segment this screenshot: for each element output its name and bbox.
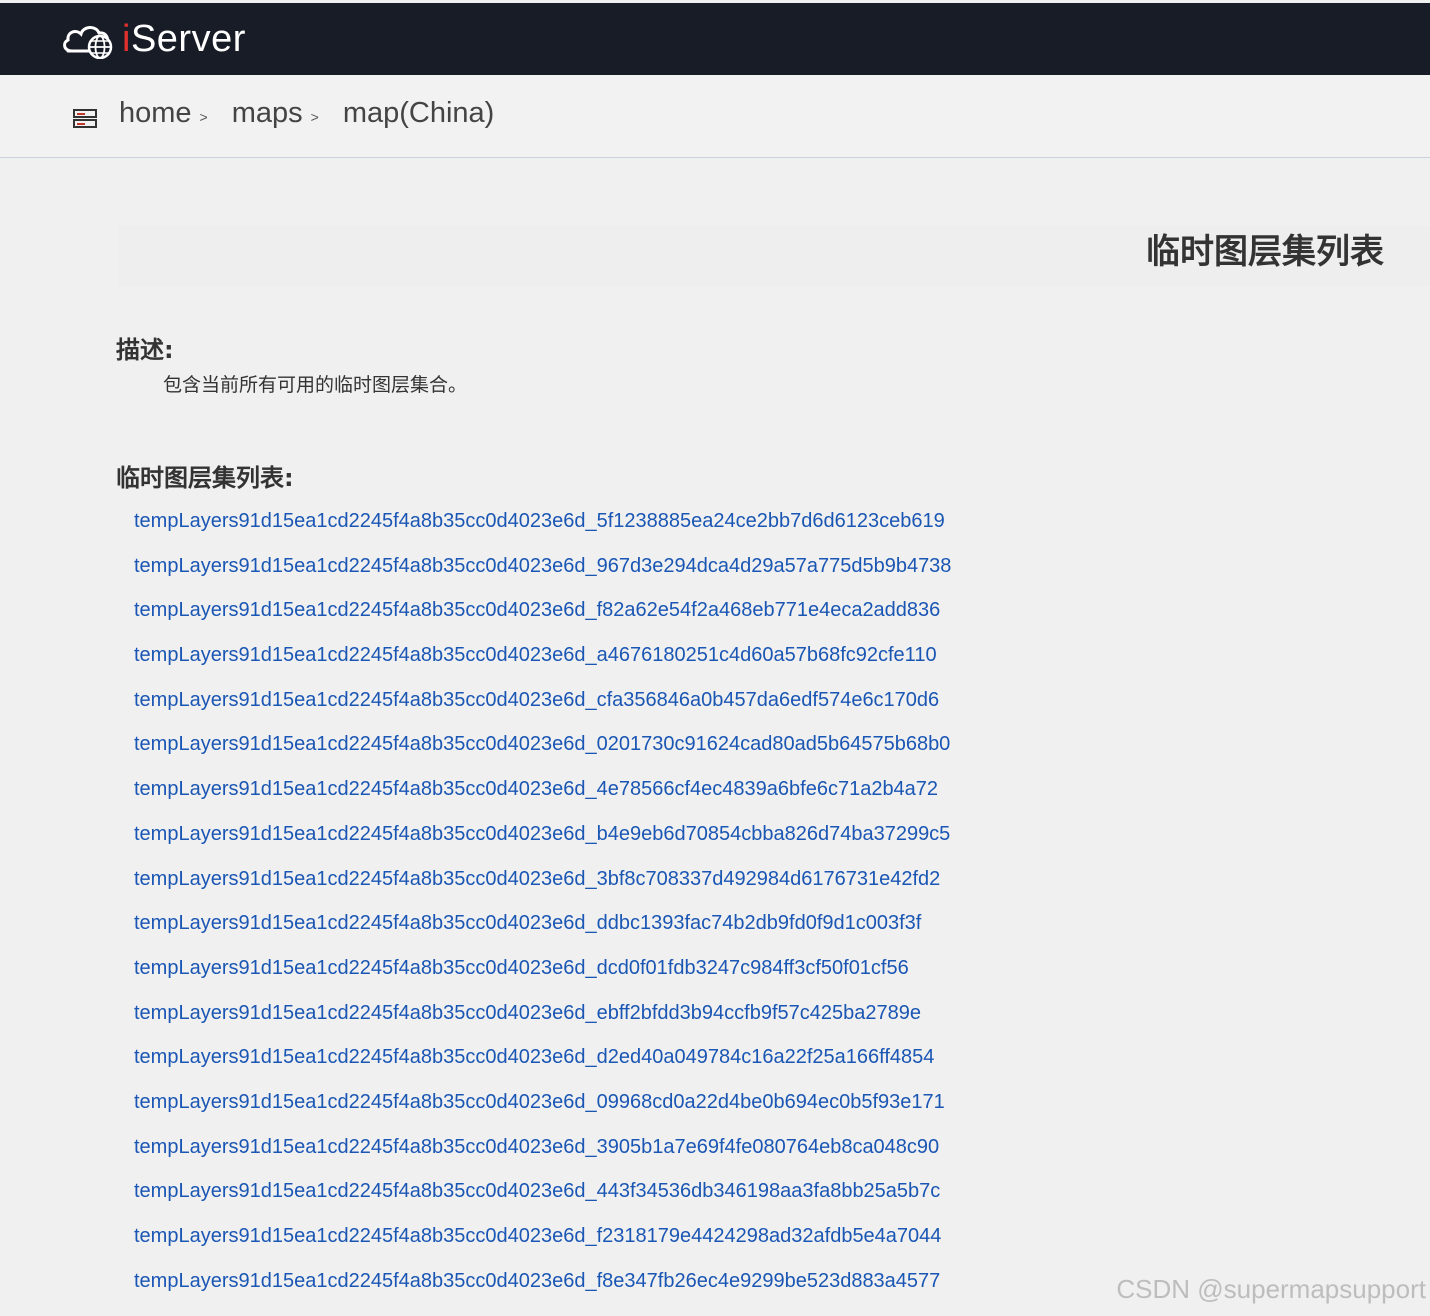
top-bar: iServer (0, 3, 1430, 75)
watermark: CSDN @supermapsupport (1116, 1274, 1426, 1304)
list-item: tempLayers91d15ea1cd2245f4a8b35cc0d4023e… (134, 506, 951, 551)
list-item: tempLayers91d15ea1cd2245f4a8b35cc0d4023e… (134, 685, 951, 730)
list-item: tempLayers91d15ea1cd2245f4a8b35cc0d4023e… (134, 774, 951, 819)
logo-i-letter: i (122, 18, 131, 60)
temp-layer-link[interactable]: tempLayers91d15ea1cd2245f4a8b35cc0d4023e… (134, 868, 940, 890)
list-item: tempLayers91d15ea1cd2245f4a8b35cc0d4023e… (134, 1221, 951, 1266)
list-item: tempLayers91d15ea1cd2245f4a8b35cc0d4023e… (134, 595, 951, 640)
breadcrumb-bar: home > maps > map(China) (0, 75, 1430, 158)
temp-layer-link[interactable]: tempLayers91d15ea1cd2245f4a8b35cc0d4023e… (134, 1225, 941, 1247)
list-item: tempLayers91d15ea1cd2245f4a8b35cc0d4023e… (134, 729, 951, 774)
temp-layer-link[interactable]: tempLayers91d15ea1cd2245f4a8b35cc0d4023e… (134, 555, 951, 577)
description-heading: 描述: (116, 336, 174, 364)
list-item: tempLayers91d15ea1cd2245f4a8b35cc0d4023e… (134, 551, 951, 596)
temp-layer-link[interactable]: tempLayers91d15ea1cd2245f4a8b35cc0d4023e… (134, 644, 937, 666)
list-item: tempLayers91d15ea1cd2245f4a8b35cc0d4023e… (134, 819, 951, 864)
breadcrumb-home[interactable]: home (119, 97, 192, 130)
list-item: tempLayers91d15ea1cd2245f4a8b35cc0d4023e… (134, 1042, 951, 1087)
temp-layer-link[interactable]: tempLayers91d15ea1cd2245f4a8b35cc0d4023e… (134, 1270, 940, 1292)
list-item: tempLayers91d15ea1cd2245f4a8b35cc0d4023e… (134, 640, 951, 685)
breadcrumb-maps[interactable]: maps (232, 97, 303, 130)
list-item: tempLayers91d15ea1cd2245f4a8b35cc0d4023e… (134, 1266, 951, 1311)
temp-layer-link[interactable]: tempLayers91d15ea1cd2245f4a8b35cc0d4023e… (134, 733, 950, 755)
temp-layer-link[interactable]: tempLayers91d15ea1cd2245f4a8b35cc0d4023e… (134, 1002, 921, 1024)
layer-list-heading: 临时图层集列表: (116, 464, 294, 492)
list-item: tempLayers91d15ea1cd2245f4a8b35cc0d4023e… (134, 1132, 951, 1177)
list-item: tempLayers91d15ea1cd2245f4a8b35cc0d4023e… (134, 1176, 951, 1221)
logo-text: iServer (122, 17, 246, 61)
description-text: 包含当前所有可用的临时图层集合。 (163, 374, 468, 396)
layer-list: tempLayers91d15ea1cd2245f4a8b35cc0d4023e… (134, 506, 951, 1310)
breadcrumb: home > maps > map(China) (119, 97, 494, 130)
logo-word: Server (130, 18, 246, 60)
temp-layer-link[interactable]: tempLayers91d15ea1cd2245f4a8b35cc0d4023e… (134, 599, 940, 621)
list-item: tempLayers91d15ea1cd2245f4a8b35cc0d4023e… (134, 998, 951, 1043)
page-title: 临时图层集列表 (1146, 232, 1384, 272)
breadcrumb-separator: > (310, 109, 319, 125)
temp-layer-link[interactable]: tempLayers91d15ea1cd2245f4a8b35cc0d4023e… (134, 823, 950, 845)
list-item: tempLayers91d15ea1cd2245f4a8b35cc0d4023e… (134, 908, 951, 953)
temp-layer-link[interactable]: tempLayers91d15ea1cd2245f4a8b35cc0d4023e… (134, 1091, 945, 1113)
temp-layer-link[interactable]: tempLayers91d15ea1cd2245f4a8b35cc0d4023e… (134, 1180, 940, 1202)
list-item: tempLayers91d15ea1cd2245f4a8b35cc0d4023e… (134, 953, 951, 998)
temp-layer-link[interactable]: tempLayers91d15ea1cd2245f4a8b35cc0d4023e… (134, 689, 939, 711)
temp-layer-link[interactable]: tempLayers91d15ea1cd2245f4a8b35cc0d4023e… (134, 778, 938, 800)
temp-layer-link[interactable]: tempLayers91d15ea1cd2245f4a8b35cc0d4023e… (134, 1136, 939, 1158)
temp-layer-link[interactable]: tempLayers91d15ea1cd2245f4a8b35cc0d4023e… (134, 957, 909, 979)
list-item: tempLayers91d15ea1cd2245f4a8b35cc0d4023e… (134, 864, 951, 909)
temp-layer-link[interactable]: tempLayers91d15ea1cd2245f4a8b35cc0d4023e… (134, 510, 945, 532)
server-stack-icon (73, 109, 97, 129)
cloud-globe-icon (60, 19, 116, 59)
list-item: tempLayers91d15ea1cd2245f4a8b35cc0d4023e… (134, 1087, 951, 1132)
temp-layer-link[interactable]: tempLayers91d15ea1cd2245f4a8b35cc0d4023e… (134, 1046, 934, 1068)
iserver-logo[interactable]: iServer (60, 17, 246, 61)
breadcrumb-separator: > (199, 109, 208, 125)
breadcrumb-map-china[interactable]: map(China) (343, 97, 495, 130)
temp-layer-link[interactable]: tempLayers91d15ea1cd2245f4a8b35cc0d4023e… (134, 912, 921, 934)
